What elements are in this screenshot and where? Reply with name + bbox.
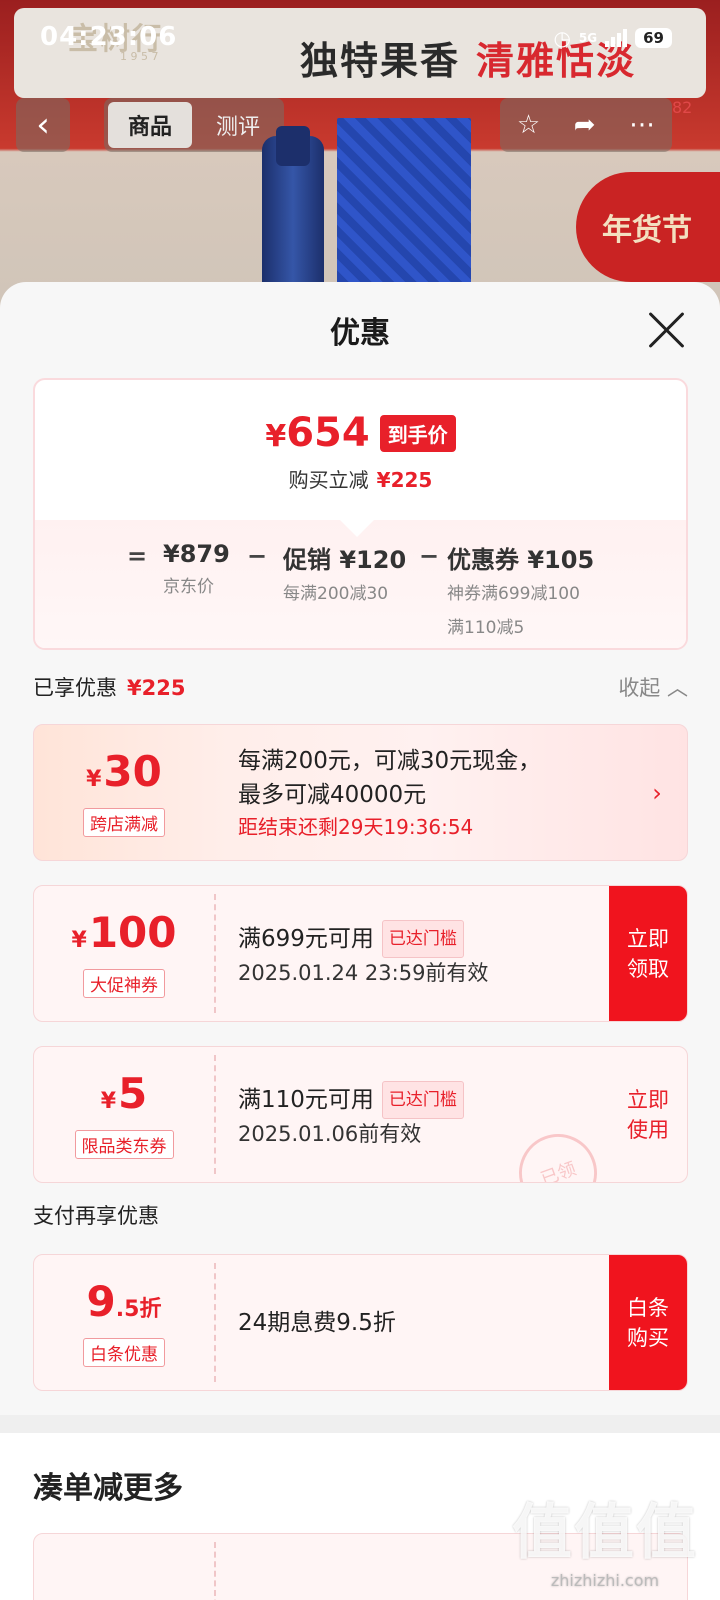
- sheet-header: 优惠: [0, 282, 720, 378]
- watermark: 值值值 zhizhizhi.com: [512, 1484, 698, 1590]
- message-count-badge: 82: [672, 98, 693, 117]
- coupon-card-100: ¥100 大促神券 满699元可用 已达门槛 2025.01.24 23:59前有…: [33, 885, 688, 1022]
- slogan-part1: 独特果香: [300, 39, 461, 83]
- formula-equals: =: [127, 542, 148, 570]
- coupon-threshold: 满110元可用: [238, 1086, 374, 1113]
- sheet-title: 优惠: [330, 316, 390, 351]
- final-price: ¥654: [265, 410, 370, 456]
- discount-rule-line2: 最多可减40000元: [238, 781, 427, 808]
- price-summary-card: ¥654 到手价 购买立减 ¥225 = ¥879 京东价 − 促销 ¥120 每…: [33, 378, 688, 650]
- discount-amount: ¥30: [86, 747, 162, 796]
- coupon-threshold: 满699元可用: [238, 925, 374, 952]
- coupon-divider: [214, 894, 216, 1013]
- instant-reduce-row: 购买立减 ¥225: [35, 464, 686, 493]
- formula-jd-price: ¥879 京东价: [163, 540, 230, 597]
- status-indicators: ◷ 5G 69: [553, 26, 672, 50]
- coupon-divider: [214, 1055, 216, 1174]
- coupon-details: 满699元可用 已达门槛 2025.01.24 23:59前有效: [238, 886, 597, 1021]
- close-icon[interactable]: [646, 310, 686, 350]
- coupon-amount: ¥100: [71, 908, 177, 957]
- coupon-amount-block: ¥5 限品类东券: [34, 1047, 214, 1182]
- coupon-amount: ¥5: [100, 1069, 148, 1118]
- top-right-actions: ☆ ➦ ⋯: [500, 98, 672, 152]
- collapse-toggle[interactable]: 收起 ︿: [618, 672, 688, 702]
- pay-discount-label: 支付再享优惠: [33, 1204, 159, 1228]
- formula-promo: 促销 ¥120 每满200减30: [283, 546, 407, 604]
- baitiao-details: 24期息费9.5折: [238, 1255, 597, 1390]
- network-label: 5G: [578, 31, 598, 45]
- discount-details: 每满200元，可减30元现金， 最多可减40000元 距结束还剩29天19:36…: [238, 725, 597, 860]
- reduce-amount: ¥225: [376, 468, 433, 492]
- baitiao-badge: 白条优惠: [83, 1338, 165, 1367]
- discount-type-badge: 跨店满减: [83, 808, 165, 837]
- alarm-icon: ◷: [553, 26, 571, 50]
- cross-store-discount-card[interactable]: ¥30 跨店满减 每满200元，可减30元现金， 最多可减40000元 距结束还…: [33, 724, 688, 861]
- threshold-reached-badge: 已达门槛: [381, 919, 464, 958]
- baitiao-amount-block: 9.5折 白条优惠: [34, 1255, 214, 1390]
- countdown-text: 距结束还剩29天19:36:54: [238, 814, 474, 839]
- discount-rule-line1: 每满200元，可减30元现金，: [238, 747, 542, 774]
- baitiao-card: 9.5折 白条优惠 24期息费9.5折 白条 购买: [33, 1254, 688, 1391]
- threshold-reached-badge: 已达门槛: [381, 1080, 464, 1119]
- coupon-validity: 2025.01.24 23:59前有效: [238, 960, 489, 985]
- chevron-left-icon: ‹: [36, 105, 50, 145]
- baitiao-desc: 24期息费9.5折: [238, 1309, 396, 1336]
- coupon-divider: [214, 1263, 216, 1382]
- status-time: 04:23:06: [40, 22, 178, 52]
- pay-discount-section: 支付再享优惠: [33, 1200, 688, 1230]
- reduce-label: 购买立减: [288, 468, 369, 492]
- share-icon[interactable]: ➦: [574, 110, 596, 140]
- enjoyed-discount-row: 已享优惠 ¥225 收起 ︿: [33, 672, 688, 702]
- more-icon[interactable]: ⋯: [629, 110, 655, 140]
- festival-badge: 年货节: [576, 172, 720, 282]
- chevron-up-icon: ︿: [667, 676, 688, 700]
- coupon-card-5: ¥5 限品类东券 满110元可用 已达门槛 2025.01.06前有效 已领 立即…: [33, 1046, 688, 1183]
- use-coupon-button[interactable]: 立即 使用: [609, 1047, 687, 1182]
- product-page-background: 宝树行 1 9 5 7 独特果香 清雅恬淡 04:23:06 ◷ 5G 69 ‹ …: [0, 0, 720, 330]
- tab-product[interactable]: 商品: [108, 102, 192, 148]
- back-button[interactable]: ‹: [16, 98, 70, 152]
- battery-level: 69: [635, 28, 672, 48]
- baitiao-discount: 9.5折: [86, 1277, 162, 1326]
- formula-coupon: 优惠券 ¥105 神券满699减100 满110减5: [447, 546, 595, 638]
- discount-amount-block: ¥30 跨店满减: [34, 725, 214, 860]
- claim-coupon-button[interactable]: 立即 领取: [609, 886, 687, 1021]
- enjoyed-label: 已享优惠 ¥225: [33, 676, 186, 700]
- formula-minus: −: [247, 542, 268, 570]
- discount-sheet: 优惠 ¥654 到手价 购买立减 ¥225 = ¥879 京东价 − 促销 ¥12…: [0, 282, 720, 1600]
- coupon-type-badge: 限品类东券: [74, 1130, 174, 1159]
- baitiao-buy-button[interactable]: 白条 购买: [609, 1255, 687, 1390]
- section-separator: [0, 1415, 720, 1433]
- signal-icon: [605, 29, 628, 47]
- formula-minus: −: [419, 542, 440, 570]
- chevron-right-icon[interactable]: ›: [627, 725, 687, 860]
- price-formula: = ¥879 京东价 − 促销 ¥120 每满200减30 − 优惠券 ¥105…: [35, 503, 686, 648]
- watermark-url: zhizhizhi.com: [550, 1571, 660, 1590]
- product-tabs: 商品 测评: [104, 98, 284, 152]
- coupon-type-badge: 大促神券: [83, 969, 165, 998]
- coupon-amount-block: ¥100 大促神券: [34, 886, 214, 1021]
- final-price-row: ¥654 到手价: [35, 410, 686, 456]
- bundle-more-title: 凑单减更多: [33, 1471, 183, 1506]
- star-icon[interactable]: ☆: [517, 110, 540, 140]
- watermark-logo: 值值值: [512, 1498, 698, 1568]
- final-price-tag: 到手价: [379, 414, 456, 452]
